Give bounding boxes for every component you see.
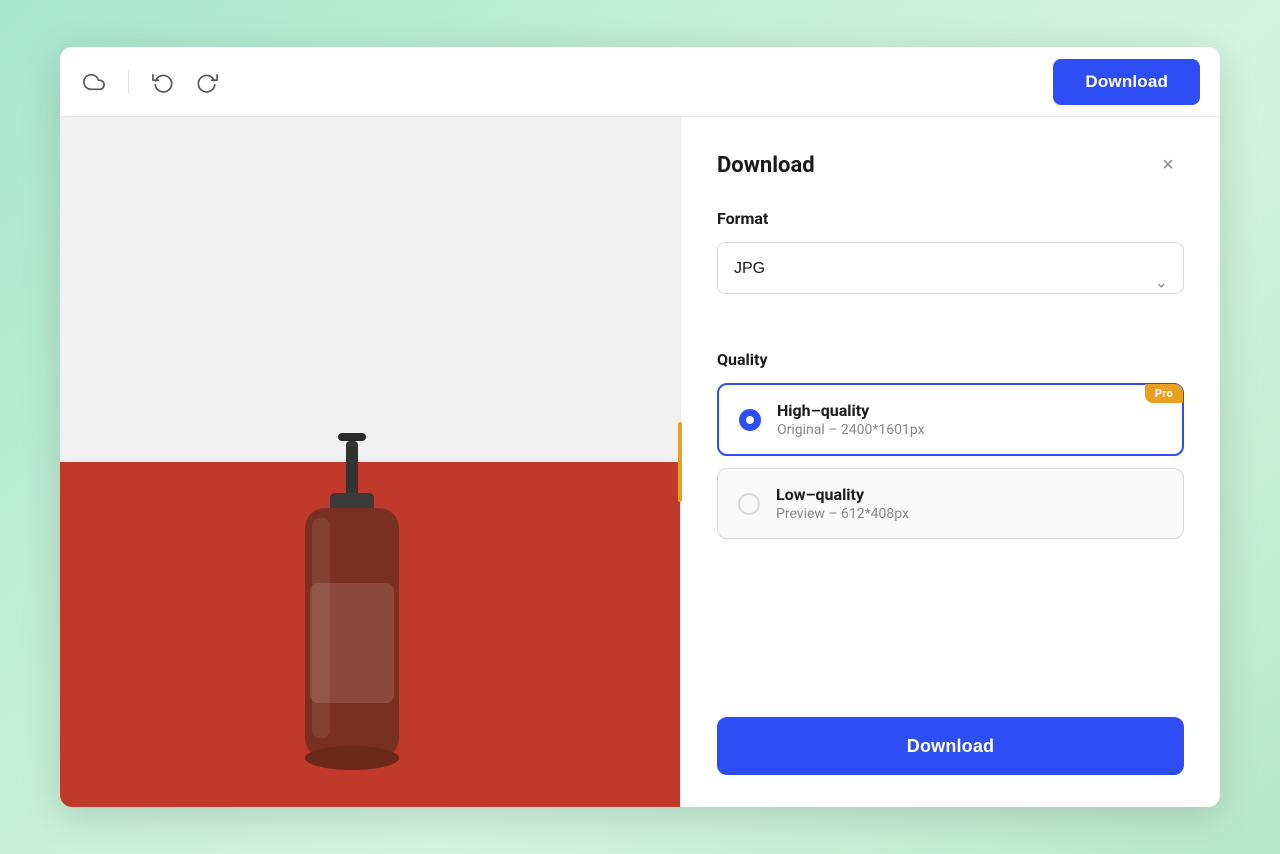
radio-high (739, 409, 761, 431)
quality-name-low: Low–quality (776, 485, 1163, 504)
redo-icon[interactable] (193, 68, 221, 96)
quality-option-high[interactable]: High–quality Original – 2400*1601px Pro (717, 383, 1184, 456)
quality-text-low: Low–quality Preview – 612*408px (776, 485, 1163, 522)
download-panel: Download × Format JPG PNG SVG PDF WEBP ⌄… (680, 117, 1220, 807)
toolbar: Download (60, 47, 1220, 117)
undo-icon[interactable] (149, 68, 177, 96)
format-select-wrapper: JPG PNG SVG PDF WEBP ⌄ (717, 242, 1184, 322)
quality-name-high: High–quality (777, 401, 1162, 420)
panel-header: Download × (717, 149, 1184, 181)
quality-options: High–quality Original – 2400*1601px Pro … (717, 383, 1184, 539)
canvas-bg-top (60, 117, 680, 462)
side-accent (678, 422, 682, 502)
canvas-area (60, 117, 680, 807)
download-button-main[interactable]: Download (717, 717, 1184, 775)
quality-desc-low: Preview – 612*408px (776, 506, 1163, 522)
toolbar-divider (128, 70, 129, 94)
format-label: Format (717, 209, 1184, 228)
quality-text-high: High–quality Original – 2400*1601px (777, 401, 1162, 438)
pro-badge: Pro (1145, 384, 1183, 403)
toolbar-left (80, 68, 221, 96)
radio-low (738, 493, 760, 515)
quality-option-low[interactable]: Low–quality Preview – 612*408px (717, 468, 1184, 539)
main-area: Download × Format JPG PNG SVG PDF WEBP ⌄… (60, 117, 1220, 807)
cloud-icon[interactable] (80, 68, 108, 96)
quality-label: Quality (717, 350, 1184, 369)
panel-title: Download (717, 153, 815, 178)
close-button[interactable]: × (1152, 149, 1184, 181)
format-select[interactable]: JPG PNG SVG PDF WEBP (717, 242, 1184, 294)
quality-desc-high: Original – 2400*1601px (777, 422, 1162, 438)
download-button-header[interactable]: Download (1053, 59, 1200, 105)
app-window: Download (60, 47, 1220, 807)
product-image (240, 423, 480, 807)
